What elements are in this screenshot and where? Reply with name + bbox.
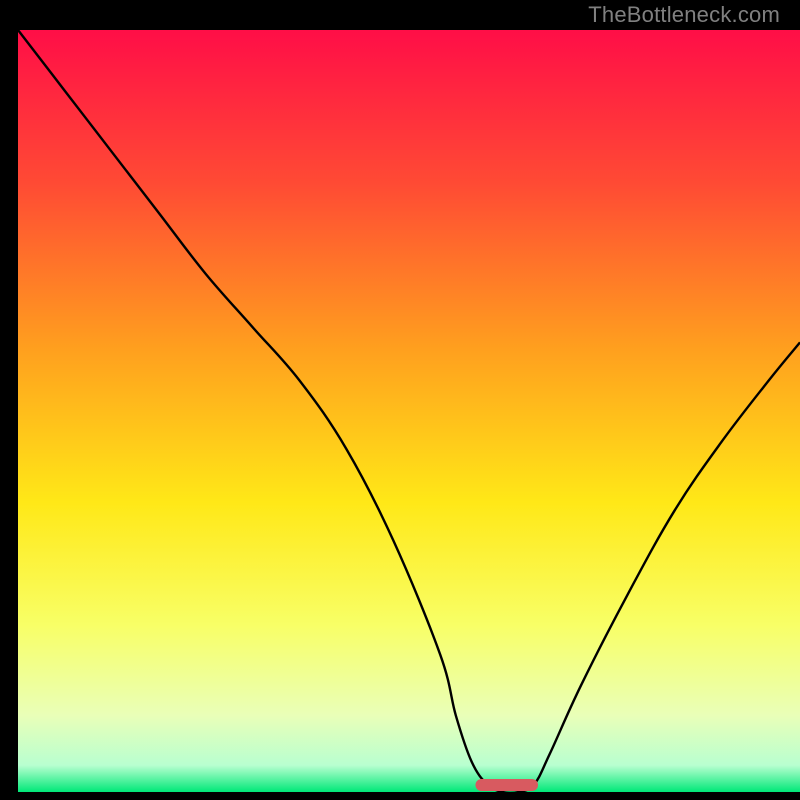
plot-background [18,30,800,792]
attribution-label: TheBottleneck.com [588,2,780,28]
optimal-marker [475,779,538,791]
bottleneck-chart [0,0,800,800]
chart-container: TheBottleneck.com [0,0,800,800]
